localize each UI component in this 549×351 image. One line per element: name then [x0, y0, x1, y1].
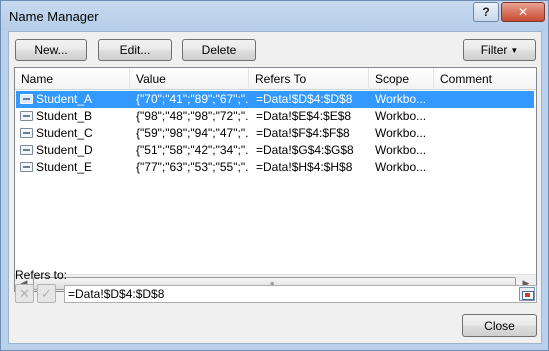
row-refers-to: =Data!$E$4:$E$8: [256, 109, 352, 123]
named-range-icon: [20, 145, 33, 155]
row-value: {"70";"41";"89";"67";"...: [136, 92, 248, 106]
row-scope: Workbo...: [375, 126, 427, 140]
column-header-value[interactable]: Value: [130, 68, 249, 90]
row-refers-to: =Data!$H$4:$H$8: [256, 160, 353, 174]
filter-button[interactable]: Filter ▼: [463, 39, 536, 61]
named-range-icon: [20, 162, 33, 172]
window-close-button[interactable]: ✕: [501, 2, 545, 22]
column-header-scope[interactable]: Scope: [369, 68, 434, 90]
delete-button-label: Delete: [201, 43, 237, 57]
column-header-name[interactable]: Name: [15, 68, 130, 90]
row-scope: Workbo...: [375, 143, 427, 157]
row-value: {"59";"98";"94";"47";"...: [136, 126, 248, 140]
window-title: Name Manager: [9, 9, 99, 24]
row-scope: Workbo...: [375, 160, 427, 174]
close-button-label: Close: [484, 318, 515, 333]
row-value: {"51";"58";"42";"34";"...: [136, 143, 248, 157]
column-header-comment[interactable]: Comment: [434, 68, 536, 90]
name-manager-window: Name Manager ? ✕ New... Edit... Delete F…: [0, 0, 549, 351]
collapse-dialog-icon[interactable]: [519, 287, 535, 301]
new-button[interactable]: New...: [15, 39, 87, 61]
named-range-icon: [20, 94, 33, 104]
row-refers-to: =Data!$D$4:$D$8: [256, 92, 353, 106]
row-name: Student_B: [36, 109, 93, 123]
row-refers-to: =Data!$F$4:$F$8: [256, 126, 350, 140]
edit-button-label: Edit...: [119, 43, 151, 57]
row-name: Student_E: [36, 160, 93, 174]
row-name: Student_D: [36, 143, 93, 157]
list-row[interactable]: Student_A {"70";"41";"89";"67";"... =Dat…: [16, 91, 534, 108]
row-name: Student_A: [36, 92, 93, 106]
column-header-refers-to[interactable]: Refers To: [249, 68, 369, 90]
help-button[interactable]: ?: [473, 2, 499, 22]
refers-to-value: =Data!$D$4:$D$8: [68, 287, 165, 301]
row-scope: Workbo...: [375, 92, 427, 106]
names-list[interactable]: Name Value Refers To Scope Comment Stude…: [14, 67, 537, 292]
named-range-icon: [20, 128, 33, 138]
close-button[interactable]: Close: [462, 314, 537, 337]
title-bar[interactable]: Name Manager ? ✕: [1, 1, 548, 31]
refers-to-input[interactable]: =Data!$D$4:$D$8: [64, 285, 537, 303]
list-row[interactable]: Student_E {"77";"63";"53";"55";"... =Dat…: [16, 159, 534, 176]
row-name: Student_C: [36, 126, 93, 140]
list-row[interactable]: Student_C {"59";"98";"94";"47";"... =Dat…: [16, 125, 534, 142]
x-icon[interactable]: ✕: [15, 284, 34, 303]
delete-button[interactable]: Delete: [182, 39, 256, 61]
row-refers-to: =Data!$G$4:$G$8: [256, 143, 354, 157]
dropdown-arrow-icon: ▼: [510, 45, 519, 55]
row-value: {"77";"63";"53";"55";"...: [136, 160, 248, 174]
list-row[interactable]: Student_D {"51";"58";"42";"34";"... =Dat…: [16, 142, 534, 159]
row-value: {"98";"48";"98";"72";"...: [136, 109, 248, 123]
named-range-icon: [20, 111, 33, 121]
row-scope: Workbo...: [375, 109, 427, 123]
dialog-body: New... Edit... Delete Filter ▼ Name Valu…: [8, 31, 542, 344]
new-button-label: New...: [34, 43, 68, 57]
list-row[interactable]: Student_B {"98";"48";"98";"72";"... =Dat…: [16, 108, 534, 125]
list-header: Name Value Refers To Scope Comment: [15, 68, 536, 90]
filter-button-label: Filter: [480, 43, 508, 57]
check-icon[interactable]: ✓: [37, 284, 56, 303]
refers-to-label: Refers to:: [15, 268, 68, 282]
edit-button[interactable]: Edit...: [98, 39, 172, 61]
